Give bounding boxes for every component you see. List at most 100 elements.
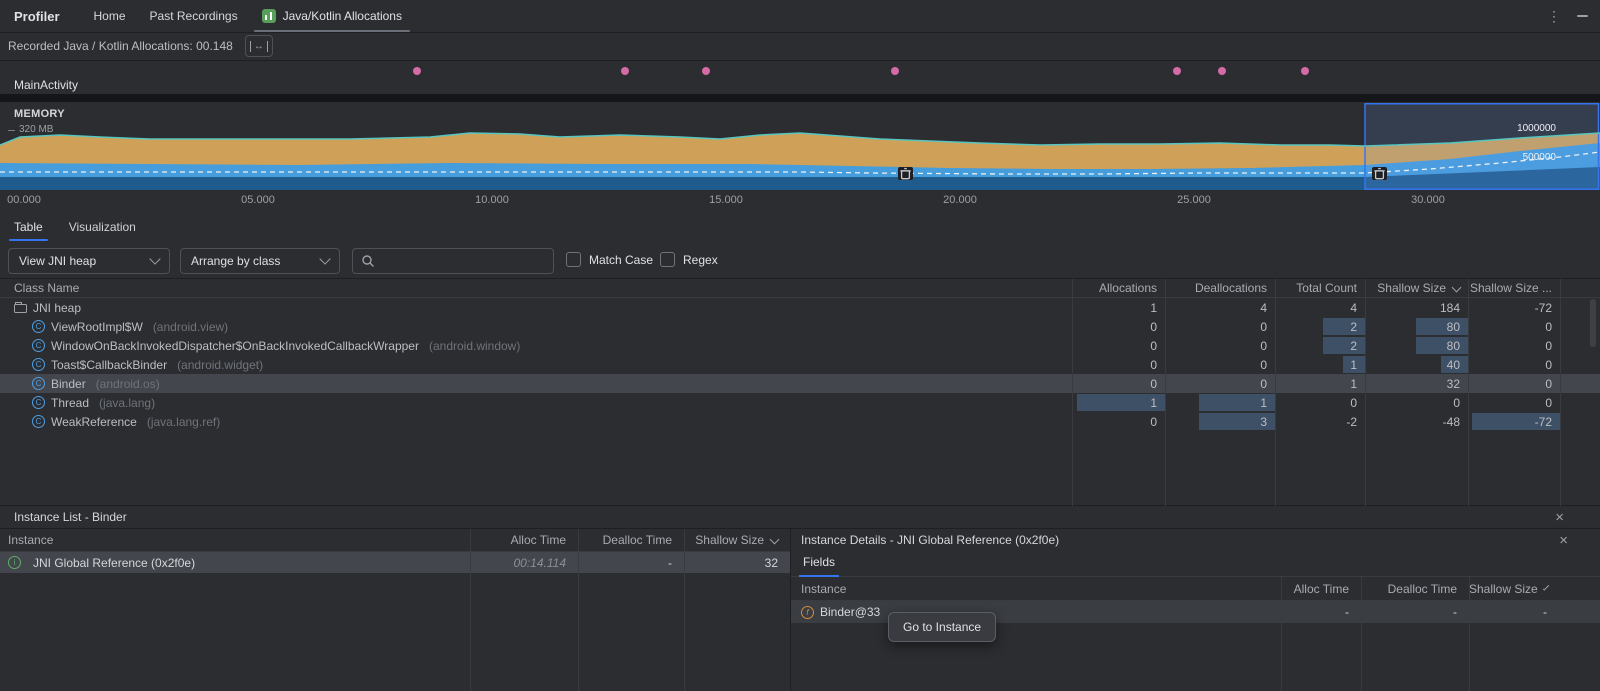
column-instance[interactable]: Instance [791,577,1281,600]
shallow-size-2-cell: 0 [1468,355,1560,374]
class-name: Toast$CallbackBinder [51,358,167,372]
instance-details-title: Instance Details - JNI Global Reference … [801,533,1059,547]
more-options-icon[interactable]: ⋮ [1547,9,1561,23]
class-table-header: Class Name Allocations Deallocations Tot… [0,279,1600,298]
class-name-cell: C Thread (java.lang) [0,393,1072,412]
column-shallow-size[interactable]: Shallow Size [1365,279,1468,297]
close-instance-details-icon[interactable]: × [1559,533,1568,548]
search-input[interactable] [381,253,545,269]
field-name-cell: fBinder@33 [791,601,1281,623]
column-dealloc-time[interactable]: Dealloc Time [578,529,684,551]
class-package: (java.lang) [99,396,155,410]
dealloc-time-cell: - [1361,601,1469,623]
zoom-to-fit-button[interactable]: ↔ [245,35,273,57]
vertical-scrollbar-thumb[interactable] [1590,299,1596,347]
shallow-size-2-cell: 0 [1468,336,1560,355]
tab-home[interactable]: Home [82,0,138,32]
class-table-row[interactable]: CBinder(android.os)001320 [0,374,1600,393]
class-table-row[interactable]: CWindowOnBackInvokedDispatcher$OnBackInv… [0,336,1600,355]
jni-reference-icon: i [8,556,21,569]
column-shallow-size-2[interactable]: Shallow Size ... [1468,279,1560,297]
arrange-select-value: Arrange by class [191,254,280,268]
column-divider [1468,279,1469,506]
instance-row[interactable]: iJNI Global Reference (0x2f0e)00:14.114-… [0,552,790,573]
field-name: Binder@33 [820,605,880,619]
timeline-tick: 10.000 [475,194,509,206]
tab-fields[interactable]: Fields [801,555,837,576]
close-instance-list-icon[interactable]: × [1555,510,1564,525]
filter-toolbar: View JNI heap Arrange by class Match Cas… [0,244,1600,278]
class-name: Binder [51,377,86,391]
shallow-size-cell: 0 [1365,393,1468,412]
total-count-cell: 0 [1275,393,1365,412]
regex-checkbox[interactable]: Regex [660,252,718,267]
column-divider [578,529,579,691]
value-bar [1416,337,1468,354]
fields-table-columns: Instance Alloc Time Dealloc Time Shallow… [791,577,1600,601]
timeline-tick: 20.000 [943,194,977,206]
column-allocations[interactable]: Allocations [1072,279,1165,297]
heap-folder-icon [14,304,27,313]
shallow-size-2-cell: -72 [1468,412,1560,431]
allocations-cell: 0 [1072,336,1165,355]
memory-timeline[interactable]: MEMORY 320 MB 1000000500000 [0,103,1600,190]
class-table-row[interactable]: CThread(java.lang)11000 [0,393,1600,412]
deallocations-cell: 0 [1165,336,1275,355]
class-table-row[interactable]: CViewRootImpl$W(android.view)002800 [0,317,1600,336]
tab-java-kotlin-allocations[interactable]: Java/Kotlin Allocations [250,0,414,32]
timeline-tick: 05.000 [241,194,275,206]
heap-select[interactable]: View JNI heap [8,248,170,274]
shallow-size-cell: 32 [684,552,790,573]
allocations-cell: 0 [1072,355,1165,374]
deallocations-cell: 1 [1165,393,1275,412]
shallow-size-2-cell: 0 [1468,374,1560,393]
match-case-checkbox[interactable]: Match Case [566,252,653,267]
top-bar: Profiler Home Past Recordings Java/Kotli… [0,0,1600,33]
class-icon: C [32,396,45,409]
sort-desc-icon [1452,282,1462,292]
alloc-time-cell: - [1281,601,1361,623]
tab-visualization[interactable]: Visualization [69,210,136,244]
minimize-icon[interactable] [1577,15,1588,17]
total-count-cell: 1 [1275,355,1365,374]
column-alloc-time[interactable]: Alloc Time [1281,577,1361,600]
match-case-label: Match Case [589,253,653,267]
column-shallow-size[interactable]: Shallow Size [684,529,790,551]
selection-axis-label: 1000000 [1486,123,1556,134]
allocation-event-dot [1173,67,1181,75]
memory-area-chart [0,103,1600,190]
instance-list-header: Instance List - Binder × [0,505,1600,529]
class-table-row[interactable]: CToast$CallbackBinder(android.widget)001… [0,355,1600,374]
instance-list-columns: Instance Alloc Time Dealloc Time Shallow… [0,529,790,552]
column-divider [1469,577,1470,691]
column-alloc-time[interactable]: Alloc Time [470,529,578,551]
tab-fields-label: Fields [803,555,835,569]
instance-details-tabs: Fields [791,551,1600,577]
class-icon: C [32,339,45,352]
y-axis-max-label: 320 MB [19,124,53,135]
class-table-row[interactable]: JNI heap144184-72 [0,298,1600,317]
go-to-instance-menu-item[interactable]: Go to Instance [888,612,996,642]
shallow-size-2-cell: 0 [1468,393,1560,412]
column-deallocations[interactable]: Deallocations [1165,279,1275,297]
column-class-name[interactable]: Class Name [0,279,1072,297]
fit-icon: ↔ [250,41,268,52]
total-count-cell: 1 [1275,374,1365,393]
column-dealloc-time[interactable]: Dealloc Time [1361,577,1469,600]
tab-table[interactable]: Table [14,210,43,244]
tab-past-recordings[interactable]: Past Recordings [138,0,250,32]
top-bar-actions: ⋮ [1547,9,1600,23]
column-shallow-size[interactable]: Shallow Size [1469,577,1559,600]
class-table-row[interactable]: CWeakReference(java.lang.ref)03-2-48-72 [0,412,1600,431]
column-instance[interactable]: Instance [0,529,470,551]
arrange-select[interactable]: Arrange by class [180,248,340,274]
allocation-event-dot [1218,67,1226,75]
column-total-count[interactable]: Total Count [1275,279,1365,297]
regex-label: Regex [683,253,718,267]
class-name: Thread [51,396,89,410]
garbage-collection-icon [898,167,913,180]
session-label: Recorded Java / Kotlin Allocations: 00.1… [8,39,233,53]
tab-past-recordings-label: Past Recordings [150,9,238,23]
search-field[interactable] [352,248,554,274]
search-icon [361,254,375,268]
